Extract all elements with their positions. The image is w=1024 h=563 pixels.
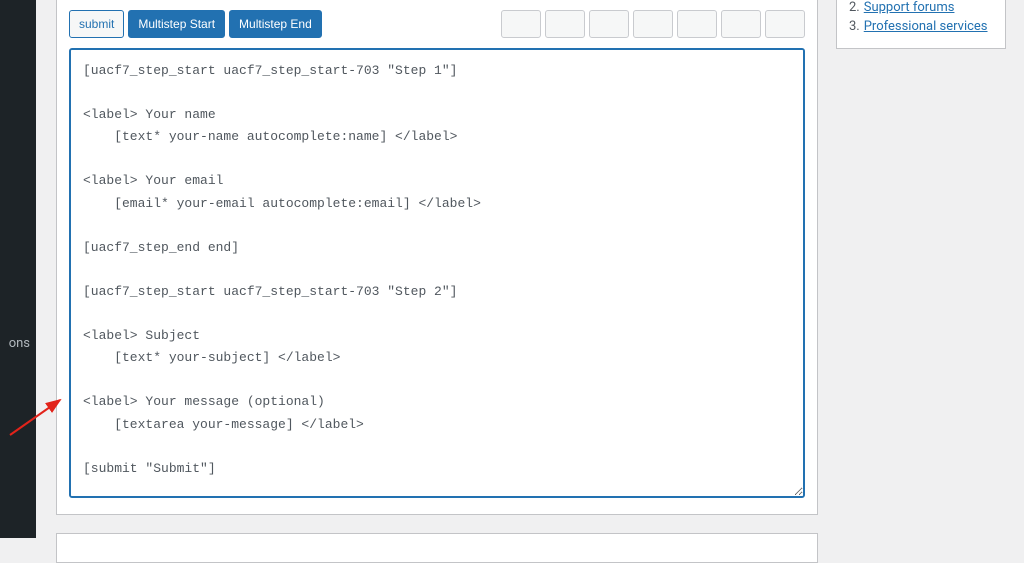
tag-placeholder: [545, 10, 585, 38]
help-link-item: 3. Professional services: [849, 19, 993, 34]
side-column: 2. Support forums 3. Professional servic…: [836, 0, 1006, 538]
tag-placeholder: [501, 10, 541, 38]
editor-column: submit Multistep Start Multistep End: [56, 0, 818, 538]
list-number: 3.: [849, 19, 860, 34]
tag-submit-button[interactable]: submit: [69, 10, 124, 38]
admin-sidebar: ons: [0, 0, 36, 538]
main-content: submit Multistep Start Multistep End: [36, 0, 1024, 538]
support-forums-link[interactable]: Support forums: [864, 0, 955, 15]
tag-multistep-end-button[interactable]: Multistep End: [229, 10, 322, 38]
tag-multistep-start-button[interactable]: Multistep Start: [128, 10, 225, 38]
tag-placeholder: [677, 10, 717, 38]
sidebar-menu-fragment[interactable]: ons: [0, 336, 36, 351]
tag-placeholder: [721, 10, 761, 38]
professional-services-link[interactable]: Professional services: [864, 19, 988, 34]
tag-placeholder: [765, 10, 805, 38]
form-code-textarea[interactable]: [69, 48, 805, 498]
help-link-item: 2. Support forums: [849, 0, 993, 15]
form-editor-panel: submit Multistep Start Multistep End: [56, 0, 818, 515]
tag-generator-row: submit Multistep Start Multistep End: [69, 10, 805, 38]
tag-placeholder: [633, 10, 673, 38]
tag-placeholder: [589, 10, 629, 38]
list-number: 2.: [849, 0, 860, 15]
help-panel: 2. Support forums 3. Professional servic…: [836, 0, 1006, 49]
